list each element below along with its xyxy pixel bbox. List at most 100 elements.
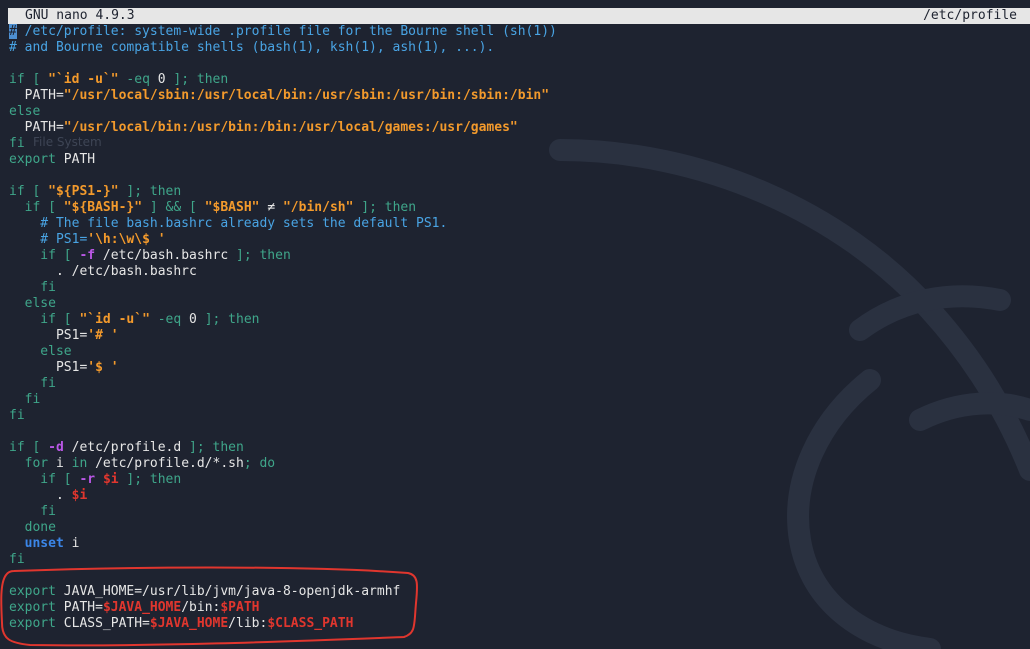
- code-token: . /etc/bash.bashrc: [9, 264, 197, 279]
- code-token: -f: [79, 248, 96, 263]
- code-token: '$ ': [87, 360, 119, 375]
- code-line: fi: [9, 136, 557, 152]
- code-token: if [: [9, 472, 80, 487]
- code-token: fi: [9, 504, 56, 519]
- code-line: # and Bourne compatible shells (bash(1),…: [9, 40, 557, 56]
- code-token: PATH: [55, 152, 96, 167]
- code-token: $JAVA_HOME: [149, 616, 229, 631]
- code-token: if [: [9, 72, 49, 87]
- code-token: "/usr/local/sbin:/usr/local/bin:/usr/sbi…: [63, 88, 550, 103]
- code-line: fi: [9, 408, 557, 424]
- code-line: . /etc/bash.bashrc: [9, 264, 557, 280]
- code-line: done: [9, 520, 557, 536]
- code-line: if [ "`id -u`" -eq 0 ]; then: [9, 312, 557, 328]
- file-name: /etc/profile: [923, 8, 1017, 23]
- code-line: export PATH=$JAVA_HOME/bin:$PATH: [9, 600, 557, 616]
- code-token: '# ': [87, 328, 119, 343]
- code-line: PS1='$ ': [9, 360, 557, 376]
- code-token: export: [9, 616, 56, 631]
- code-token: /etc/profile.d/*.sh: [95, 456, 244, 471]
- code-line: fi: [9, 280, 557, 296]
- code-token: fi: [9, 552, 25, 567]
- code-line: else: [9, 104, 557, 120]
- code-token: fi: [9, 376, 56, 391]
- code-token: fi: [9, 280, 56, 295]
- code-line: if [ -d /etc/profile.d ]; then: [9, 440, 557, 456]
- code-token: unset: [9, 536, 64, 551]
- code-token: else: [9, 296, 56, 311]
- code-line: PATH="/usr/local/bin:/usr/bin:/bin:/usr/…: [9, 120, 557, 136]
- code-token: -r: [79, 472, 96, 487]
- code-token: "/bin/sh": [282, 200, 354, 215]
- code-token: ] && [: [142, 200, 205, 215]
- code-token: $PATH: [220, 600, 260, 615]
- code-line: fi: [9, 376, 557, 392]
- code-line: fi: [9, 552, 557, 568]
- code-token: if [: [9, 184, 49, 199]
- code-line: else: [9, 344, 557, 360]
- code-line: export CLASS_PATH=$JAVA_HOME/lib:$CLASS_…: [9, 616, 557, 632]
- code-token: else: [9, 344, 72, 359]
- code-token: i: [55, 456, 64, 471]
- code-token: ]; then: [118, 472, 182, 487]
- code-token: -eq: [149, 312, 190, 327]
- code-token: if [: [9, 200, 64, 215]
- code-token: PS1=: [9, 360, 88, 375]
- text-cursor: #: [9, 24, 17, 39]
- code-token: PATH=: [55, 600, 103, 615]
- code-token: ]; then: [353, 200, 417, 215]
- code-token: else: [9, 104, 41, 119]
- code-token: /bin:: [181, 600, 221, 615]
- code-token: -eq: [118, 72, 158, 87]
- code-token: JAVA_HOME=/usr/lib/jvm/java-8-openjdk-ar…: [55, 584, 401, 599]
- code-token: export: [9, 600, 56, 615]
- app-title: GNU nano 4.9.3: [25, 8, 135, 23]
- code-line: . $i: [9, 488, 557, 504]
- code-line: else: [9, 296, 557, 312]
- code-line: fi: [9, 392, 557, 408]
- code-line: unset i: [9, 536, 557, 552]
- code-token: "$BASH": [204, 200, 260, 215]
- code-line: export JAVA_HOME=/usr/lib/jvm/java-8-ope…: [9, 584, 557, 600]
- code-line: fi: [9, 504, 557, 520]
- code-token: export: [9, 584, 56, 599]
- code-token: /etc/bash.bashrc: [95, 248, 229, 263]
- code-token: export: [9, 152, 56, 167]
- code-token: ≠: [259, 200, 283, 215]
- code-token: CLASS_PATH=: [55, 616, 150, 631]
- code-line: # /etc/profile: system-wide .profile fil…: [9, 24, 557, 40]
- code-token: if [: [9, 312, 80, 327]
- code-line: export PATH: [9, 152, 557, 168]
- code-token: ; do: [243, 456, 276, 471]
- code-token: 0: [157, 72, 166, 87]
- code-token: ]; then: [165, 72, 229, 87]
- code-line: if [ "`id -u`" -eq 0 ]; then: [9, 72, 557, 88]
- code-token: $CLASS_PATH: [267, 616, 354, 631]
- code-line: # The file bash.bashrc already sets the …: [9, 216, 557, 232]
- code-line: if [ "${BASH-}" ] && [ "$BASH" ≠ "/bin/s…: [9, 200, 557, 216]
- code-token: # PS1=: [9, 232, 88, 247]
- code-token: if [: [9, 248, 80, 263]
- code-token: ]; then: [181, 440, 244, 455]
- code-token: PS1=: [9, 328, 88, 343]
- code-token: ]; then: [118, 184, 182, 199]
- code-token: i: [63, 536, 80, 551]
- code-token: -d: [48, 440, 64, 455]
- code-token: /lib:: [228, 616, 268, 631]
- editor-text-area[interactable]: # /etc/profile: system-wide .profile fil…: [9, 24, 557, 632]
- code-token: for: [9, 456, 56, 471]
- code-token: .: [9, 488, 72, 503]
- code-line: if [ "${PS1-}" ]; then: [9, 184, 557, 200]
- code-token: "${PS1-}": [48, 184, 119, 199]
- code-token: $i: [102, 472, 119, 487]
- nano-title-bar: GNU nano 4.9.3 /etc/profile: [8, 8, 1030, 24]
- code-line: PS1='# ': [9, 328, 557, 344]
- code-token: $i: [71, 488, 88, 503]
- code-token: fi: [9, 408, 25, 423]
- code-token: # The file bash.bashrc already sets the …: [9, 216, 448, 231]
- code-token: 0: [189, 312, 197, 327]
